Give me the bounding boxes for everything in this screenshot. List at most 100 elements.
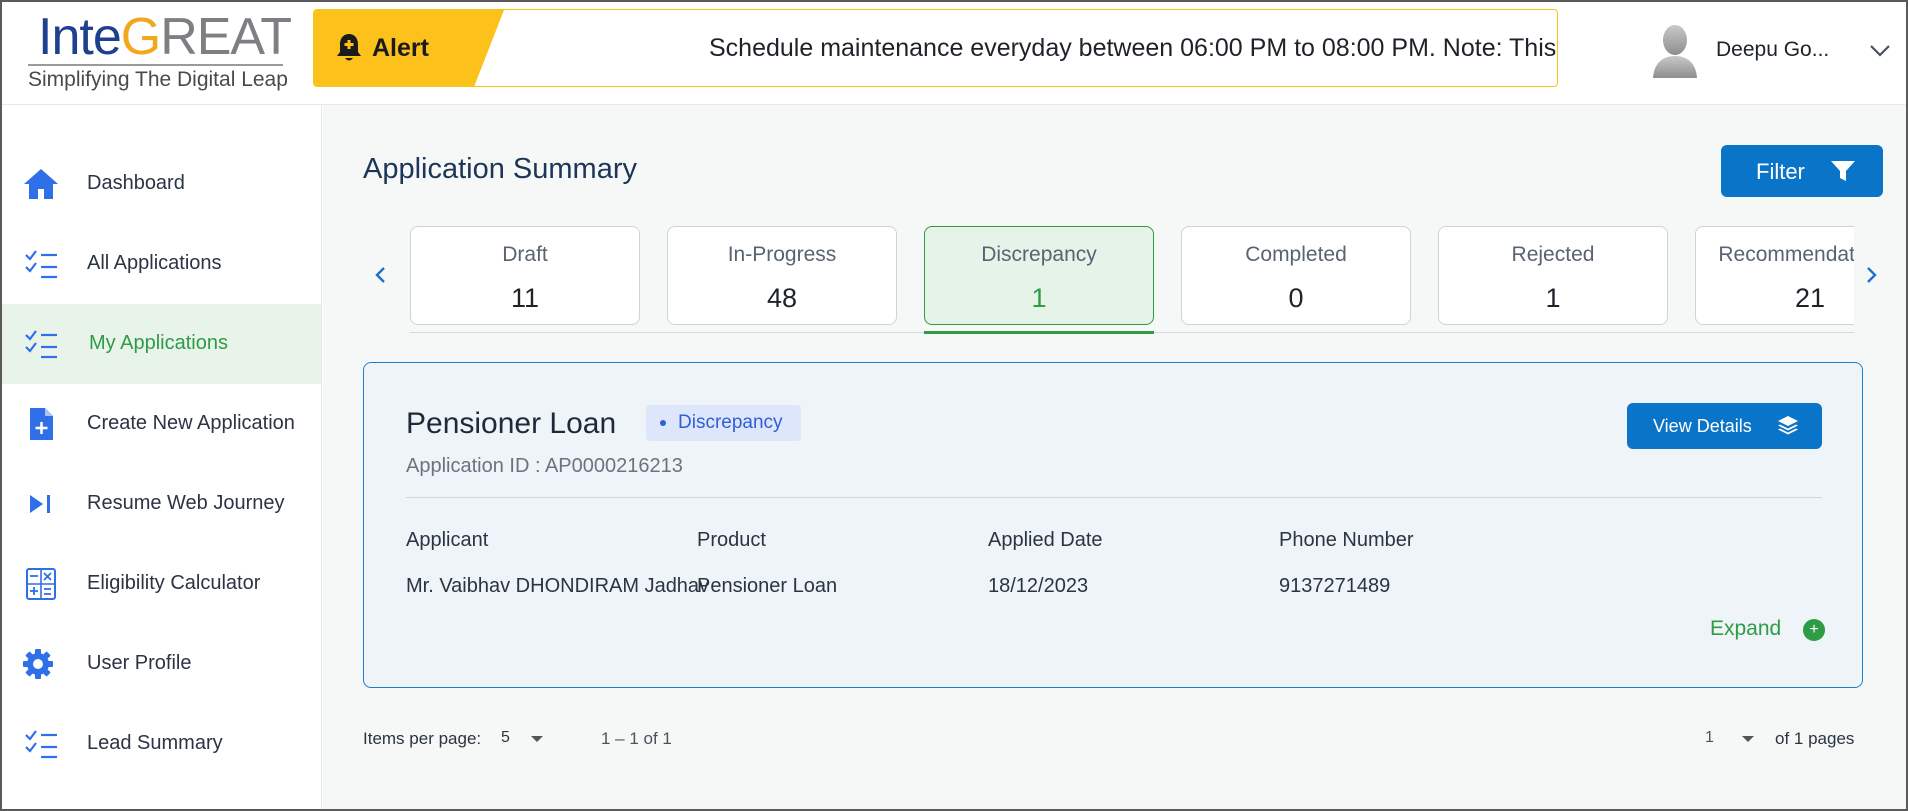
home-icon (24, 169, 58, 199)
sidebar-item-my-applications[interactable]: My Applications (2, 304, 321, 384)
chevron-right-icon[interactable] (1859, 260, 1883, 290)
sidebar-item-label: Create New Application (87, 412, 295, 434)
tab-label: Completed (1245, 243, 1347, 266)
bell-icon (337, 34, 361, 61)
tab-count: 48 (766, 283, 798, 313)
applied-date-label: Applied Date (988, 529, 1103, 551)
tab-discrepancy[interactable]: Discrepancy 1 (924, 226, 1154, 325)
app-frame: InteGREAT Simplifying The Digital Leap A… (0, 0, 1908, 811)
user-name: Deepu Go... (1716, 38, 1830, 61)
chevron-left-icon[interactable] (369, 260, 393, 290)
tab-count: 1 (1031, 283, 1047, 313)
calculator-icon (26, 568, 56, 600)
logo-divider (28, 64, 283, 66)
tab-label: Draft (502, 243, 548, 266)
alert-message: Schedule maintenance everyday between 06… (709, 34, 1557, 62)
skip-next-icon (30, 495, 50, 513)
view-details-label: View Details (1653, 416, 1752, 436)
caret-down-icon (531, 736, 543, 742)
top-header: InteGREAT Simplifying The Digital Leap A… (2, 2, 1906, 105)
tab-label: In-Progress (727, 243, 837, 266)
logo-tagline: Simplifying The Digital Leap (28, 68, 288, 91)
status-dot (660, 420, 666, 426)
sidebar-item-lead-summary[interactable]: Lead Summary (2, 704, 321, 784)
tab-recommendation[interactable]: Recommendation A 21 (1695, 226, 1854, 325)
sidebar-item-label: All Applications (87, 252, 222, 274)
expand-label: Expand (1710, 617, 1782, 640)
status-badge-label: Discrepancy (678, 412, 783, 433)
tab-in-progress[interactable]: In-Progress 48 (667, 226, 897, 325)
sidebar-item-label: Lead Summary (87, 732, 223, 754)
tab-label: Recommendation A (1718, 243, 1854, 266)
filter-icon (1831, 161, 1855, 181)
product-label: Product (697, 529, 766, 551)
sidebar-item-all-applications[interactable]: All Applications (2, 224, 321, 304)
tab-count: 21 (1794, 283, 1826, 313)
phone-number-label: Phone Number (1279, 529, 1414, 551)
sidebar-item-label: Eligibility Calculator (87, 572, 261, 594)
status-badge: Discrepancy (646, 405, 801, 441)
integreat-logo[interactable]: InteGREAT Simplifying The Digital Leap (28, 6, 292, 92)
applied-date-value: 18/12/2023 (988, 575, 1089, 597)
tab-draft[interactable]: Draft 11 (410, 226, 640, 325)
alert-badge: Alert (314, 10, 504, 86)
tab-count: 11 (510, 283, 540, 313)
product-value: Pensioner Loan (697, 575, 838, 597)
status-tabs: Draft 11 In-Progress 48 Discrepancy 1 Co… (363, 222, 1893, 342)
application-id: Application ID : AP0000216213 (406, 455, 683, 477)
application-product-title: Pensioner Loan (406, 407, 617, 440)
phone-number-value: 9137271489 (1279, 575, 1391, 597)
alert-banner: Alert Schedule maintenance everyday betw… (313, 9, 1558, 87)
plus-circle-icon: + (1803, 619, 1825, 641)
expand-button[interactable]: Expand + (1710, 615, 1825, 645)
application-card: Pensioner Loan Discrepancy Application I… (363, 362, 1863, 688)
page-count-label: of 1 pages (1775, 729, 1855, 748)
sidebar-item-resume-web-journey[interactable]: Resume Web Journey (2, 464, 321, 544)
sidebar-item-create-new-application[interactable]: Create New Application (2, 384, 321, 464)
tab-count: 0 (1288, 283, 1304, 313)
filter-button[interactable]: Filter (1721, 145, 1883, 197)
active-tab-indicator (924, 331, 1154, 334)
sidebar-item-label: User Profile (87, 652, 192, 674)
page-title: Application Summary (363, 153, 637, 185)
tab-count: 1 (1545, 283, 1561, 313)
applicant-label: Applicant (406, 529, 489, 551)
user-avatar-icon (1653, 25, 1697, 78)
sidebar-item-label: Resume Web Journey (87, 492, 285, 514)
alert-label: Alert (372, 34, 429, 62)
sidebar-item-dashboard[interactable]: Dashboard (2, 144, 321, 224)
paginator: Items per page: 5 1 – 1 of 1 1 of 1 page… (363, 720, 1863, 760)
view-details-button[interactable]: View Details (1627, 403, 1822, 449)
chevron-down-icon[interactable] (1868, 40, 1892, 60)
tab-label: Discrepancy (981, 243, 1097, 266)
tabs-viewport: Draft 11 In-Progress 48 Discrepancy 1 Co… (410, 222, 1854, 342)
items-per-page-label: Items per page: (363, 729, 482, 748)
logo-text-reat: REAT (160, 8, 292, 66)
items-per-page-select[interactable]: 5 (501, 729, 561, 751)
tab-completed[interactable]: Completed 0 (1181, 226, 1411, 325)
user-menu[interactable]: Deepu Go... (1650, 22, 1900, 82)
sidebar-item-label: My Applications (89, 332, 228, 354)
gear-icon (23, 649, 53, 679)
checklist-icon (25, 250, 57, 279)
logo-text-inte: Inte (38, 8, 122, 66)
page-value: 1 (1705, 729, 1714, 746)
checklist-icon (25, 730, 57, 759)
sidebar-item-user-profile[interactable]: User Profile (2, 624, 321, 704)
card-divider (406, 497, 1822, 498)
page-select[interactable]: 1 (1705, 729, 1765, 751)
sidebar: Dashboard All Applications My Applicatio… (2, 105, 322, 809)
sidebar-item-eligibility-calculator[interactable]: Eligibility Calculator (2, 544, 321, 624)
caret-down-icon (1742, 736, 1754, 742)
sidebar-item-label: Dashboard (87, 172, 185, 194)
tab-label: Rejected (1511, 243, 1595, 266)
logo-wordmark: InteGREAT (38, 8, 292, 66)
pagination-range: 1 – 1 of 1 (601, 729, 672, 748)
filter-button-label: Filter (1756, 159, 1805, 184)
main-content: Application Summary Filter Draft 11 In-P… (323, 105, 1906, 809)
items-per-page-value: 5 (501, 729, 510, 746)
tab-rejected[interactable]: Rejected 1 (1438, 226, 1668, 325)
logo-text-g: G (120, 8, 161, 66)
applicant-value: Mr. Vaibhav DHONDIRAM Jadhav (406, 575, 710, 597)
checklist-icon (25, 330, 57, 359)
